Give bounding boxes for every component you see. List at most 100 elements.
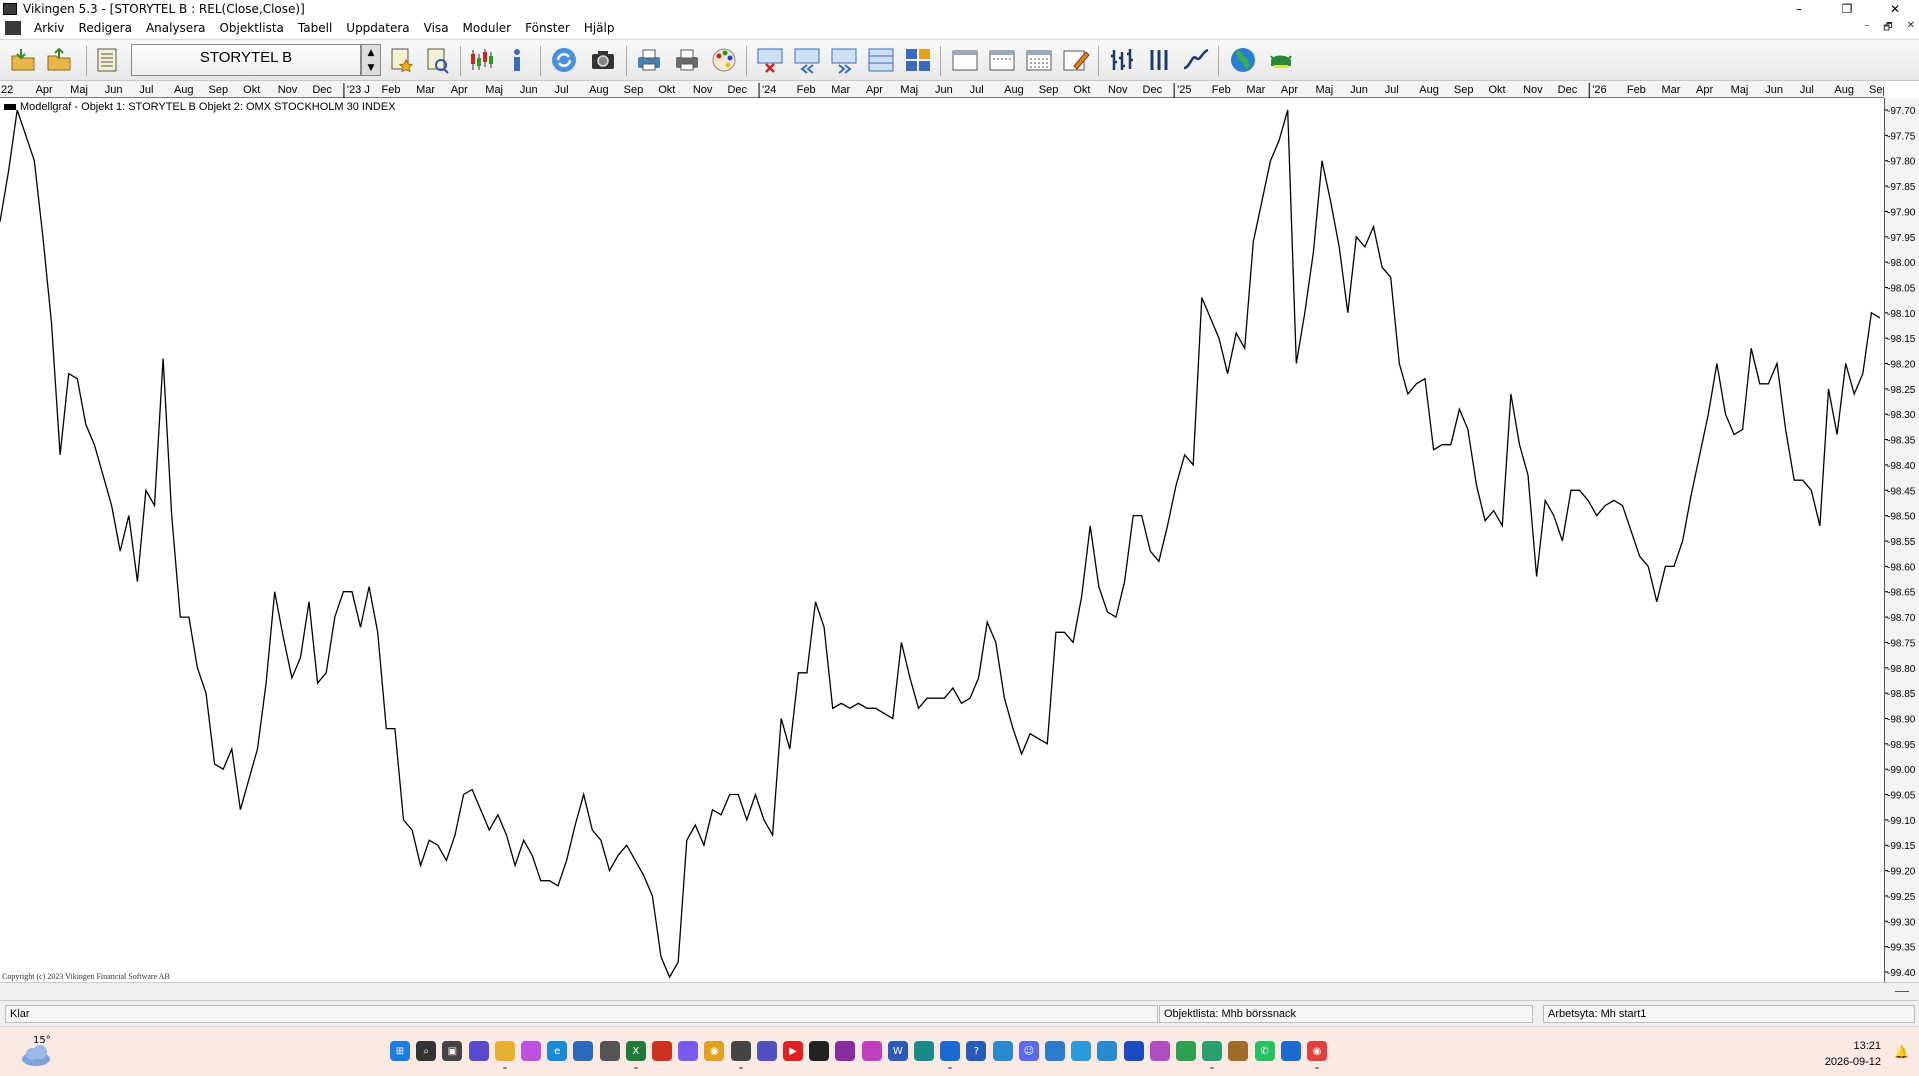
excel-icon[interactable]: X <box>625 1041 646 1061</box>
symbol-spinner[interactable]: ▲ ▼ <box>361 44 381 76</box>
menu-uppdatera[interactable]: Uppdatera <box>339 21 416 35</box>
time-axis-label: Okt <box>1073 84 1090 96</box>
print-preview-icon[interactable] <box>634 44 664 76</box>
menu-objektlista[interactable]: Objektlista <box>212 21 290 35</box>
app-blue4-icon[interactable] <box>1123 1041 1144 1061</box>
calendar-day-icon[interactable] <box>950 44 980 76</box>
candlestick-chart-icon[interactable] <box>466 44 496 76</box>
store-icon[interactable] <box>573 1041 594 1061</box>
favorite-star-icon[interactable] <box>386 44 416 76</box>
time-axis: 22 Apr Maj Jun Jul Aug Sep Okt Nov Dec '23 J Feb Mar… <box>0 81 1884 98</box>
time-axis-label: '24 <box>762 84 776 96</box>
mdi-close-button[interactable]: ✕ <box>1907 20 1915 37</box>
remove-graph-icon[interactable] <box>755 44 785 76</box>
app-fox-icon[interactable] <box>1228 1041 1249 1061</box>
info-icon[interactable] <box>502 44 532 76</box>
mdi-minimize-button[interactable]: – <box>1864 20 1869 37</box>
scroll-back-icon[interactable] <box>792 44 822 76</box>
youtube-icon[interactable]: ▶ <box>783 1041 803 1061</box>
camera-icon[interactable] <box>599 1041 620 1061</box>
camera-icon[interactable] <box>588 44 618 76</box>
menu-moduler[interactable]: Moduler <box>456 21 519 35</box>
windows-start-icon[interactable]: ⊞ <box>390 1041 410 1061</box>
line-chart-icon[interactable] <box>1181 44 1211 76</box>
edge-icon[interactable]: e <box>547 1041 568 1061</box>
teams-icon[interactable] <box>756 1041 777 1061</box>
app-green1-icon[interactable] <box>1176 1041 1196 1061</box>
menu-hjalp[interactable]: Hjälp <box>577 21 622 35</box>
app-blue1-icon[interactable] <box>1045 1041 1065 1061</box>
discord-icon[interactable]: ☺ <box>1018 1041 1039 1061</box>
refresh-icon[interactable] <box>549 44 579 76</box>
close-button[interactable]: ✕ <box>1871 0 1919 17</box>
color-palette-icon[interactable] <box>709 44 739 76</box>
chrome2-icon[interactable]: ◉ <box>1307 1041 1327 1061</box>
spin-down-icon[interactable]: ▼ <box>362 60 380 75</box>
search-icon[interactable]: ⌕ <box>416 1041 437 1061</box>
onenote-icon[interactable] <box>835 1041 856 1061</box>
menu-redigera[interactable]: Redigera <box>72 21 139 35</box>
vikingen-icon[interactable] <box>730 1041 751 1061</box>
calendar-week-icon[interactable] <box>987 44 1017 76</box>
value-axis-label: -98.55 <box>1887 537 1916 548</box>
time-axis-label: Nov <box>1108 84 1128 96</box>
printer-icon[interactable] <box>672 44 702 76</box>
spin-up-icon[interactable]: ▲ <box>362 45 380 60</box>
time-axis-labels: 22 Apr Maj Jun Jul Aug Sep Okt Nov Dec '23 J Feb Mar… <box>1 83 1884 98</box>
chart-area[interactable] <box>0 98 1884 982</box>
outlook2-icon[interactable] <box>1280 1041 1301 1061</box>
horizontal-scrollbar[interactable] <box>0 982 1919 1000</box>
ohlc-bars-icon[interactable] <box>1107 44 1137 76</box>
mdi-restore-button[interactable]: 🗗 <box>1883 20 1892 37</box>
notification-bell-icon[interactable]: 🔔 <box>1894 1045 1909 1059</box>
value-axis-label: -98.20 <box>1887 360 1916 371</box>
edge-dev-icon[interactable] <box>914 1041 934 1061</box>
calendar-month-icon[interactable] <box>1024 44 1054 76</box>
minimize-button[interactable]: – <box>1775 0 1823 17</box>
whatsapp-icon[interactable]: ✆ <box>1254 1041 1275 1061</box>
edit-chart-icon[interactable] <box>1061 44 1091 76</box>
app-purple-icon[interactable] <box>1149 1041 1170 1061</box>
remote-desktop-icon[interactable] <box>992 1041 1013 1061</box>
globe-icon[interactable] <box>1228 44 1258 76</box>
acrobat-icon[interactable] <box>652 1041 672 1061</box>
menu-analysera[interactable]: Analysera <box>139 21 213 35</box>
time-axis-label: Apr <box>451 84 468 96</box>
document-icon[interactable] <box>5 21 21 35</box>
weather-widget[interactable]: 15° <box>18 1035 62 1069</box>
bars-icon[interactable] <box>1144 44 1174 76</box>
notepad-icon[interactable] <box>809 1041 830 1061</box>
bull-icon[interactable] <box>1266 44 1296 76</box>
word-icon[interactable]: W <box>887 1041 908 1061</box>
time-axis-label: Sep <box>209 84 229 96</box>
clock-time: 13:21 <box>1853 1040 1881 1052</box>
app-blue2-icon[interactable] <box>1071 1041 1092 1061</box>
messenger-icon[interactable] <box>678 1041 699 1061</box>
time-axis-label: Feb <box>382 84 401 96</box>
menu-fonster[interactable]: Fönster <box>518 21 577 35</box>
app-blue3-icon[interactable] <box>1097 1041 1118 1061</box>
restore-button[interactable]: ❐ <box>1823 0 1871 17</box>
paint-icon[interactable] <box>861 1041 882 1061</box>
file-explorer-icon[interactable] <box>494 1041 515 1061</box>
open-folder-icon[interactable] <box>8 44 38 76</box>
app-green2-icon[interactable] <box>1202 1041 1223 1061</box>
clock[interactable]: 13:21 2026-09-12 <box>1825 1038 1881 1070</box>
copilot-icon[interactable] <box>521 1041 541 1061</box>
symbol-field[interactable]: STORYTEL B <box>131 44 361 76</box>
object-list-icon[interactable] <box>92 44 122 76</box>
chrome-icon[interactable]: ◉ <box>704 1041 725 1061</box>
grid-1234-icon[interactable] <box>903 44 933 76</box>
window-layout-icon[interactable] <box>866 44 896 76</box>
scroll-forward-icon[interactable] <box>829 44 859 76</box>
menu-visa[interactable]: Visa <box>417 21 456 35</box>
scroll-thumb[interactable] <box>1895 991 1909 992</box>
menu-tabell[interactable]: Tabell <box>291 21 339 35</box>
save-folder-icon[interactable] <box>44 44 74 76</box>
snipping-tool-icon[interactable] <box>468 1041 489 1061</box>
search-list-icon[interactable] <box>422 44 452 76</box>
taskview-icon[interactable]: ▣ <box>442 1041 463 1061</box>
help-icon[interactable]: ? <box>966 1041 987 1061</box>
menu-arkiv[interactable]: Arkiv <box>27 21 72 35</box>
outlook-icon[interactable] <box>940 1041 961 1061</box>
